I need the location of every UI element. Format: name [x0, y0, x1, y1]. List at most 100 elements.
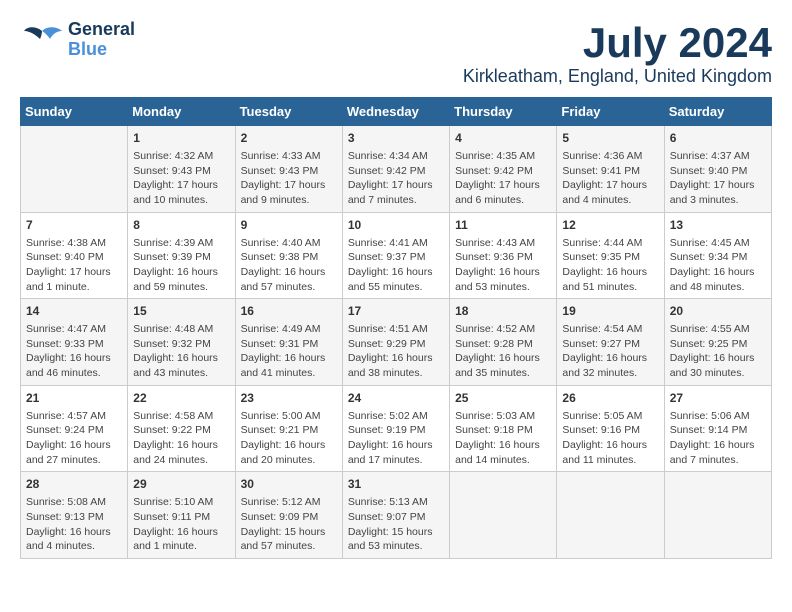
date-number: 20	[670, 303, 766, 320]
cell-content: Sunrise: 4:55 AM Sunset: 9:25 PM Dayligh…	[670, 322, 766, 381]
cell-content: Sunrise: 4:58 AM Sunset: 9:22 PM Dayligh…	[133, 409, 229, 468]
cell-content: Sunrise: 5:02 AM Sunset: 9:19 PM Dayligh…	[348, 409, 444, 468]
cell-content: Sunrise: 5:08 AM Sunset: 9:13 PM Dayligh…	[26, 495, 122, 554]
cell-content: Sunrise: 4:41 AM Sunset: 9:37 PM Dayligh…	[348, 236, 444, 295]
calendar-cell: 9Sunrise: 4:40 AM Sunset: 9:38 PM Daylig…	[235, 212, 342, 299]
date-number: 13	[670, 217, 766, 234]
calendar-cell: 31 Sunrise: 5:13 AM Sunset: 9:07 PM Dayli…	[342, 472, 449, 559]
date-number: 6	[670, 130, 766, 147]
cell-content: Sunrise: 4:40 AM Sunset: 9:38 PM Dayligh…	[241, 236, 337, 295]
calendar-cell: 10 Sunrise: 4:41 AM Sunset: 9:37 PM Dayli…	[342, 212, 449, 299]
date-number: 24	[348, 390, 444, 407]
cell-content: Sunrise: 4:43 AM Sunset: 9:36 PM Dayligh…	[455, 236, 551, 295]
calendar-cell: 25Sunrise: 5:03 AM Sunset: 9:18 PM Dayli…	[450, 385, 557, 472]
cell-content: Sunrise: 5:05 AM Sunset: 9:16 PM Dayligh…	[562, 409, 658, 468]
date-number: 1	[133, 130, 229, 147]
calendar-cell: 3 Sunrise: 4:34 AM Sunset: 9:42 PM Daylig…	[342, 126, 449, 213]
logo-text-blue: Blue	[68, 40, 135, 60]
date-number: 22	[133, 390, 229, 407]
calendar-cell: 8 Sunrise: 4:39 AM Sunset: 9:39 PM Daylig…	[128, 212, 235, 299]
cell-content: Sunrise: 4:44 AM Sunset: 9:35 PM Dayligh…	[562, 236, 658, 295]
calendar-cell: 23 Sunrise: 5:00 AM Sunset: 9:21 PM Dayli…	[235, 385, 342, 472]
calendar-cell: 18 Sunrise: 4:52 AM Sunset: 9:28 PM Dayli…	[450, 299, 557, 386]
calendar-cell: 24 Sunrise: 5:02 AM Sunset: 9:19 PM Dayli…	[342, 385, 449, 472]
calendar-cell: 15 Sunrise: 4:48 AM Sunset: 9:32 PM Dayli…	[128, 299, 235, 386]
cell-content: Sunrise: 4:52 AM Sunset: 9:28 PM Dayligh…	[455, 322, 551, 381]
date-number: 17	[348, 303, 444, 320]
calendar-cell	[664, 472, 771, 559]
date-number: 12	[562, 217, 658, 234]
cell-content: Sunrise: 4:47 AM Sunset: 9:33 PM Dayligh…	[26, 322, 122, 381]
title-block: July 2024 Kirkleatham, England, United K…	[463, 20, 772, 87]
weekday-header: Saturday	[664, 98, 771, 126]
calendar-cell: 11 Sunrise: 4:43 AM Sunset: 9:36 PM Dayli…	[450, 212, 557, 299]
cell-content: Sunrise: 4:38 AM Sunset: 9:40 PM Dayligh…	[26, 236, 122, 295]
cell-content: Sunrise: 5:00 AM Sunset: 9:21 PM Dayligh…	[241, 409, 337, 468]
date-number: 2	[241, 130, 337, 147]
date-number: 27	[670, 390, 766, 407]
calendar-cell: 4 Sunrise: 4:35 AM Sunset: 9:42 PM Daylig…	[450, 126, 557, 213]
cell-content: Sunrise: 4:57 AM Sunset: 9:24 PM Dayligh…	[26, 409, 122, 468]
cell-content: Sunrise: 4:39 AM Sunset: 9:39 PM Dayligh…	[133, 236, 229, 295]
weekday-header: Monday	[128, 98, 235, 126]
calendar-week-row: 7 Sunrise: 4:38 AM Sunset: 9:40 PM Daylig…	[21, 212, 772, 299]
date-number: 4	[455, 130, 551, 147]
calendar-cell: 6 Sunrise: 4:37 AM Sunset: 9:40 PM Daylig…	[664, 126, 771, 213]
calendar-week-row: 1 Sunrise: 4:32 AM Sunset: 9:43 PM Daylig…	[21, 126, 772, 213]
date-number: 28	[26, 476, 122, 493]
cell-content: Sunrise: 4:45 AM Sunset: 9:34 PM Dayligh…	[670, 236, 766, 295]
calendar-cell: 17 Sunrise: 4:51 AM Sunset: 9:29 PM Dayli…	[342, 299, 449, 386]
cell-content: Sunrise: 4:36 AM Sunset: 9:41 PM Dayligh…	[562, 149, 658, 208]
calendar-table: SundayMondayTuesdayWednesdayThursdayFrid…	[20, 97, 772, 559]
cell-content: Sunrise: 5:03 AM Sunset: 9:18 PM Dayligh…	[455, 409, 551, 468]
weekday-header: Friday	[557, 98, 664, 126]
logo-bird-icon	[20, 23, 64, 57]
date-number: 31	[348, 476, 444, 493]
calendar-cell: 2 Sunrise: 4:33 AM Sunset: 9:43 PM Daylig…	[235, 126, 342, 213]
date-number: 3	[348, 130, 444, 147]
calendar-header-row: SundayMondayTuesdayWednesdayThursdayFrid…	[21, 98, 772, 126]
date-number: 29	[133, 476, 229, 493]
calendar-cell: 20 Sunrise: 4:55 AM Sunset: 9:25 PM Dayli…	[664, 299, 771, 386]
cell-content: Sunrise: 5:13 AM Sunset: 9:07 PM Dayligh…	[348, 495, 444, 554]
calendar-cell: 19 Sunrise: 4:54 AM Sunset: 9:27 PM Dayli…	[557, 299, 664, 386]
weekday-header: Tuesday	[235, 98, 342, 126]
calendar-cell: 28 Sunrise: 5:08 AM Sunset: 9:13 PM Dayli…	[21, 472, 128, 559]
date-number: 10	[348, 217, 444, 234]
date-number: 7	[26, 217, 122, 234]
cell-content: Sunrise: 4:54 AM Sunset: 9:27 PM Dayligh…	[562, 322, 658, 381]
calendar-week-row: 21 Sunrise: 4:57 AM Sunset: 9:24 PM Dayli…	[21, 385, 772, 472]
cell-content: Sunrise: 4:35 AM Sunset: 9:42 PM Dayligh…	[455, 149, 551, 208]
calendar-cell	[21, 126, 128, 213]
calendar-cell: 12 Sunrise: 4:44 AM Sunset: 9:35 PM Dayli…	[557, 212, 664, 299]
calendar-week-row: 28 Sunrise: 5:08 AM Sunset: 9:13 PM Dayli…	[21, 472, 772, 559]
date-number: 21	[26, 390, 122, 407]
date-number: 18	[455, 303, 551, 320]
cell-content: Sunrise: 5:10 AM Sunset: 9:11 PM Dayligh…	[133, 495, 229, 554]
calendar-cell: 26 Sunrise: 5:05 AM Sunset: 9:16 PM Dayli…	[557, 385, 664, 472]
date-number: 8	[133, 217, 229, 234]
calendar-cell: 7 Sunrise: 4:38 AM Sunset: 9:40 PM Daylig…	[21, 212, 128, 299]
date-number: 23	[241, 390, 337, 407]
cell-content: Sunrise: 4:37 AM Sunset: 9:40 PM Dayligh…	[670, 149, 766, 208]
calendar-week-row: 14Sunrise: 4:47 AM Sunset: 9:33 PM Dayli…	[21, 299, 772, 386]
cell-content: Sunrise: 4:48 AM Sunset: 9:32 PM Dayligh…	[133, 322, 229, 381]
date-number: 19	[562, 303, 658, 320]
calendar-cell: 29 Sunrise: 5:10 AM Sunset: 9:11 PM Dayli…	[128, 472, 235, 559]
calendar-cell: 1 Sunrise: 4:32 AM Sunset: 9:43 PM Daylig…	[128, 126, 235, 213]
calendar-cell: 21 Sunrise: 4:57 AM Sunset: 9:24 PM Dayli…	[21, 385, 128, 472]
logo-text-general: General	[68, 20, 135, 40]
weekday-header: Sunday	[21, 98, 128, 126]
cell-content: Sunrise: 4:34 AM Sunset: 9:42 PM Dayligh…	[348, 149, 444, 208]
date-number: 15	[133, 303, 229, 320]
page-header: General Blue July 2024 Kirkleatham, Engl…	[20, 20, 772, 87]
date-number: 11	[455, 217, 551, 234]
cell-content: Sunrise: 4:32 AM Sunset: 9:43 PM Dayligh…	[133, 149, 229, 208]
cell-content: Sunrise: 4:33 AM Sunset: 9:43 PM Dayligh…	[241, 149, 337, 208]
cell-content: Sunrise: 4:51 AM Sunset: 9:29 PM Dayligh…	[348, 322, 444, 381]
date-number: 5	[562, 130, 658, 147]
date-number: 30	[241, 476, 337, 493]
weekday-header: Wednesday	[342, 98, 449, 126]
date-number: 16	[241, 303, 337, 320]
date-number: 26	[562, 390, 658, 407]
